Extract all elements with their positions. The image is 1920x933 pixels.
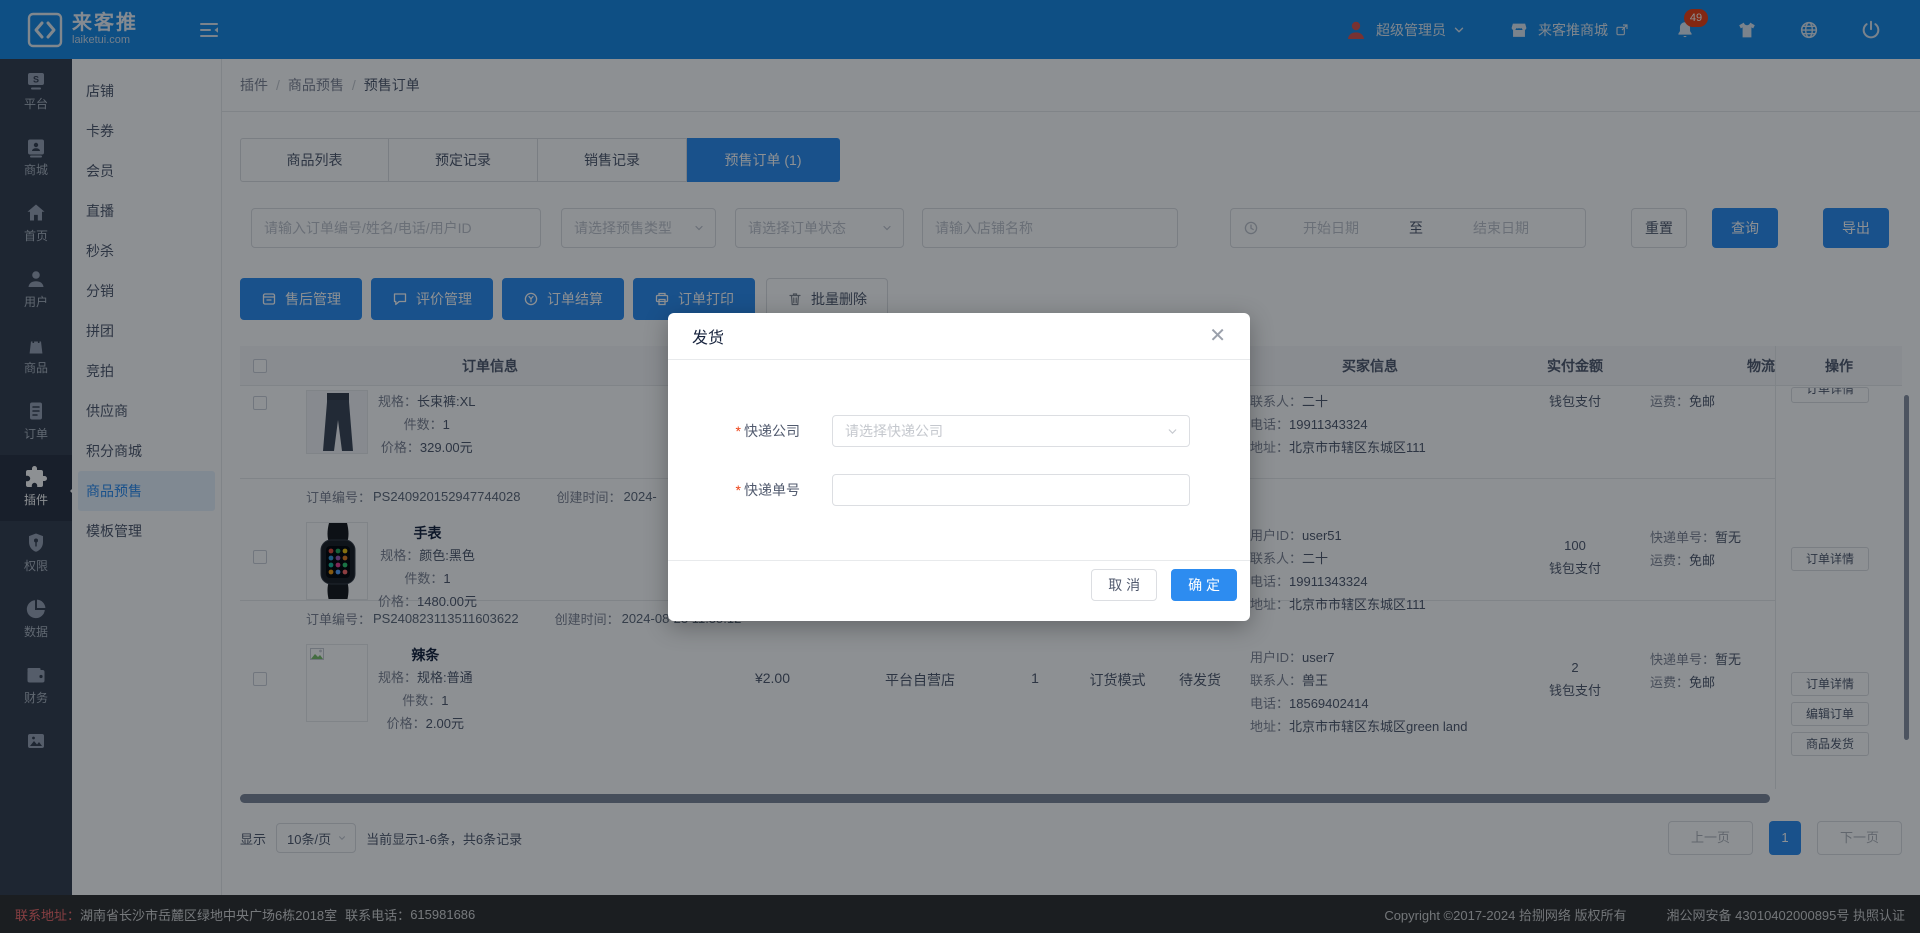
ship-modal: 发货 ✕ *快递公司 请选择快递公司 *快递单号 取 消 确 定 (668, 313, 1250, 621)
express-company-label: *快递公司 (668, 421, 800, 441)
tracking-number-input[interactable] (832, 474, 1190, 506)
cancel-button[interactable]: 取 消 (1091, 569, 1157, 601)
close-icon[interactable]: ✕ (1209, 326, 1226, 346)
chevron-down-icon (1166, 425, 1179, 438)
confirm-button[interactable]: 确 定 (1171, 569, 1237, 601)
tracking-number-label: *快递单号 (668, 480, 800, 500)
express-company-select[interactable]: 请选择快递公司 (832, 415, 1190, 447)
modal-title: 发货 (692, 324, 724, 348)
